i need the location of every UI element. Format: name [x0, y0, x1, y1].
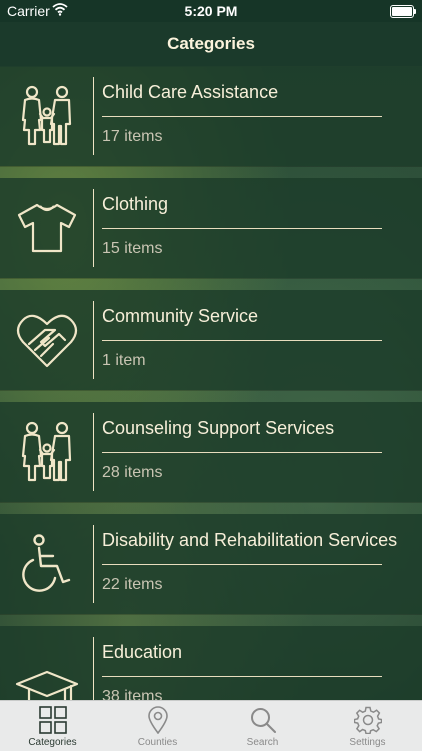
category-row[interactable]: Counseling Support Services 28 items [0, 402, 422, 502]
category-list[interactable]: Child Care Assistance 17 items Clothing … [0, 66, 422, 700]
row-divider [93, 637, 94, 700]
row-divider [93, 189, 94, 267]
tab-label: Counties [137, 737, 178, 748]
family-icon [12, 84, 82, 148]
heart-handshake-icon [12, 308, 82, 372]
tab-label: Settings [349, 737, 386, 748]
tab-search[interactable]: Search [210, 701, 315, 751]
battery-icon [390, 5, 416, 18]
row-separator [102, 116, 382, 117]
category-count: 22 items [102, 576, 163, 593]
category-title: Community Service [102, 306, 259, 326]
grid-icon [38, 705, 67, 734]
category-title: Disability and Rehabilitation Services [102, 530, 398, 550]
category-title: Counseling Support Services [102, 418, 335, 438]
row-divider [93, 301, 94, 379]
tab-bar: Categories Counties Search Settings [0, 700, 422, 751]
row-separator [102, 564, 382, 565]
row-divider [93, 525, 94, 603]
category-title: Clothing [102, 194, 169, 214]
navigation-bar: Categories [0, 22, 422, 67]
page-title: Categories [167, 34, 255, 53]
status-bar: Carrier 5:20 PM [0, 0, 422, 22]
category-count: 38 items [102, 688, 163, 700]
row-divider [93, 413, 94, 491]
tshirt-icon [12, 196, 82, 260]
category-row[interactable]: Clothing 15 items [0, 178, 422, 278]
category-count: 1 item [102, 352, 146, 369]
category-row[interactable]: Education 38 items [0, 626, 422, 700]
category-title: Education [102, 642, 183, 662]
gear-icon [353, 705, 382, 734]
category-count: 17 items [102, 128, 163, 145]
clock: 5:20 PM [184, 3, 238, 19]
category-row[interactable]: Child Care Assistance 17 items [0, 66, 422, 166]
tab-settings[interactable]: Settings [315, 701, 420, 751]
category-count: 28 items [102, 464, 163, 481]
row-separator [102, 340, 382, 341]
map-pin-icon [143, 705, 172, 734]
row-separator [102, 228, 382, 229]
category-row[interactable]: Disability and Rehabilitation Services 2… [0, 514, 422, 614]
search-icon [248, 705, 277, 734]
category-row[interactable]: Community Service 1 item [0, 290, 422, 390]
family-icon [12, 420, 82, 484]
wheelchair-icon [12, 532, 82, 596]
row-divider [93, 77, 94, 155]
tab-counties[interactable]: Counties [105, 701, 210, 751]
category-count: 15 items [102, 240, 163, 257]
tab-label: Categories [28, 737, 77, 748]
tab-categories[interactable]: Categories [0, 701, 105, 751]
graduation-cap-icon [12, 658, 82, 700]
row-separator [102, 676, 382, 677]
category-title: Child Care Assistance [102, 82, 279, 102]
tab-label: Search [246, 737, 279, 748]
row-separator [102, 452, 382, 453]
